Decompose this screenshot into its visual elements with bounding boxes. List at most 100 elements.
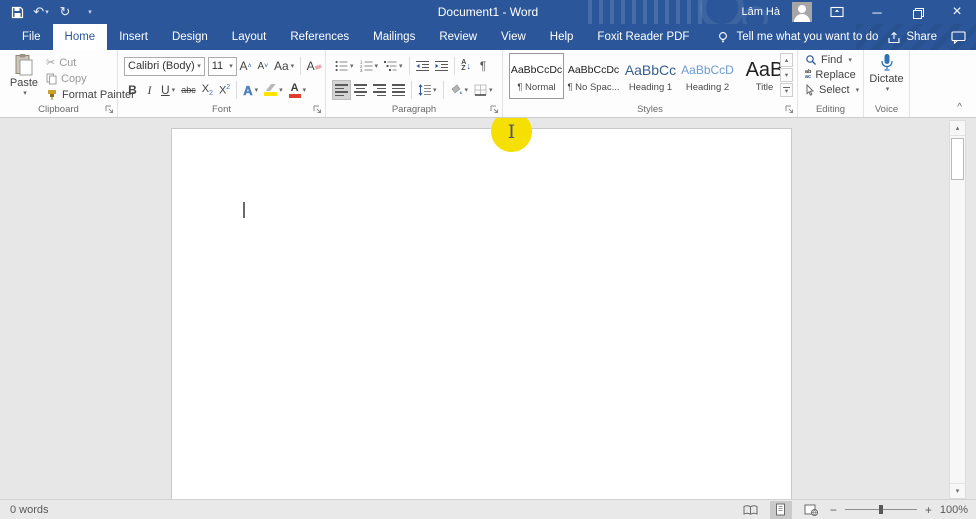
line-spacing-button[interactable]: ▾ [415,80,440,100]
font-size-combo[interactable]: 11▾ [208,57,237,76]
text-cursor-caret [243,202,245,218]
align-center-button[interactable] [351,80,370,100]
tab-layout[interactable]: Layout [220,24,279,50]
show-formatting-marks-button[interactable]: ¶ [475,56,492,76]
tab-file[interactable]: File [10,24,53,50]
subscript-button[interactable]: X2 [199,80,216,100]
clipboard-dialog-launcher[interactable] [105,105,114,114]
tab-view[interactable]: View [489,24,538,50]
decrease-indent-icon [416,60,429,72]
ribbon-display-options-icon[interactable] [822,0,852,24]
bold-button[interactable]: B [124,80,141,100]
collapse-ribbon-icon[interactable]: ^ [957,102,962,113]
style-heading-2[interactable]: AaBbCcD Heading 2 [680,53,735,99]
multilevel-list-icon [384,60,397,72]
grow-font-button[interactable]: A˄ [237,56,255,76]
tab-insert[interactable]: Insert [107,24,160,50]
styles-scroll-down-icon[interactable]: ▾ [780,68,793,82]
scroll-down-icon[interactable]: ▾ [950,483,965,498]
align-left-button[interactable] [332,80,351,100]
paragraph-dialog-launcher[interactable] [490,105,499,114]
undo-button[interactable]: ↶▾ [32,2,50,22]
font-dialog-launcher[interactable] [313,105,322,114]
borders-button[interactable]: ▾ [471,80,496,100]
styles-dialog-launcher[interactable] [785,105,794,114]
find-button[interactable]: Find▾ [805,54,859,66]
close-button[interactable]: × [942,0,972,24]
restore-button[interactable] [902,0,932,24]
comments-icon[interactable] [951,31,966,44]
zoom-slider[interactable] [845,509,917,510]
styles-gallery-more-icon[interactable]: ▾ [780,83,793,97]
dictate-button[interactable]: Dictate ▾ [864,53,909,93]
status-bar: 0 words − + 100% [0,499,976,519]
tab-help[interactable]: Help [538,24,586,50]
zoom-level[interactable]: 100% [940,504,968,516]
shading-icon [450,84,463,96]
web-layout-button[interactable] [800,501,822,519]
line-spacing-icon [418,84,431,96]
tab-design[interactable]: Design [160,24,220,50]
shrink-font-button[interactable]: A˅ [254,56,271,76]
align-right-button[interactable] [370,80,389,100]
zoom-in-button[interactable]: + [925,503,932,517]
copy-icon [46,73,57,85]
share-button[interactable]: Share [887,31,937,44]
font-name-combo[interactable]: Calibri (Body)▾ [124,57,205,76]
clear-formatting-button[interactable]: A [304,56,325,76]
scrollbar-thumb[interactable] [951,138,964,180]
sort-button[interactable]: AZ↓ [458,56,475,76]
decrease-indent-button[interactable] [413,56,432,76]
select-button[interactable]: Select▾ [805,84,859,96]
read-mode-button[interactable] [740,501,762,519]
signed-in-user[interactable]: Lâm Hà [741,6,780,18]
scroll-up-icon[interactable]: ▴ [950,121,965,136]
document-page[interactable] [171,128,792,499]
paste-button[interactable]: Paste ▾ [6,53,42,111]
numbering-button[interactable]: 123▾ [357,56,382,76]
styles-scroll-up-icon[interactable]: ▴ [780,53,793,67]
select-pointer-icon [805,84,815,96]
user-avatar[interactable] [792,2,812,22]
redo-button[interactable]: ↻ [56,2,74,22]
superscript-button[interactable]: X2 [216,80,233,100]
replace-icon: abac [805,70,811,80]
justify-button[interactable] [389,80,408,100]
title-bar: ↶▾ ↻ ▾ Document1 - Word Lâm Hà ─ × [0,0,976,24]
lightbulb-icon [717,31,729,44]
style-heading-1[interactable]: AaBbCc Heading 1 [623,53,678,99]
paste-dropdown[interactable]: ▾ [23,89,27,97]
font-color-button[interactable]: A▾ [286,80,310,100]
zoom-out-button[interactable]: − [830,503,837,517]
voice-group-label: Voice [864,104,909,115]
word-count[interactable]: 0 words [0,504,49,516]
save-icon[interactable] [8,2,26,22]
tab-references[interactable]: References [278,24,361,50]
dictate-label: Dictate [869,73,903,85]
italic-button[interactable]: I [141,80,158,100]
vertical-scrollbar[interactable]: ▴ ▾ [949,120,966,499]
underline-button[interactable]: U▾ [158,80,178,100]
tab-home[interactable]: Home [53,24,108,50]
tell-me-box[interactable]: Tell me what you want to do [717,24,878,50]
print-layout-button[interactable] [770,501,792,519]
tabrow-right: Share [887,24,976,50]
change-case-button[interactable]: Aa▾ [271,56,296,76]
strikethrough-button[interactable]: abc [178,80,199,100]
customize-qat-button[interactable]: ▾ [81,2,99,22]
style-normal[interactable]: AaBbCcDc ¶ Normal [509,53,564,99]
text-effects-button[interactable]: A▾ [240,80,261,100]
replace-button[interactable]: abac Replace [805,69,859,81]
bullets-button[interactable]: ▾ [332,56,357,76]
minimize-button[interactable]: ─ [862,0,892,24]
text-highlight-button[interactable]: ▾ [261,80,286,100]
tab-mailings[interactable]: Mailings [361,24,427,50]
multilevel-list-button[interactable]: ▾ [381,56,406,76]
shading-button[interactable]: ▾ [447,80,472,100]
tab-foxit-reader-pdf[interactable]: Foxit Reader PDF [585,24,701,50]
increase-indent-button[interactable] [432,56,451,76]
scissors-icon: ✂ [46,56,55,69]
zoom-slider-thumb[interactable] [879,505,883,514]
style-no-spacing[interactable]: AaBbCcDc ¶ No Spac... [566,53,621,99]
tab-review[interactable]: Review [427,24,489,50]
